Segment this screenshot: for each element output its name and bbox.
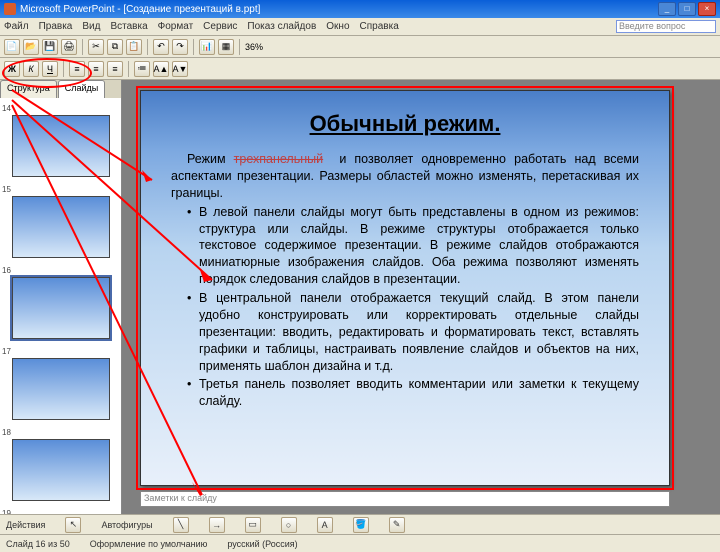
cut-icon[interactable]: ✂	[88, 39, 104, 55]
undo-icon[interactable]: ↶	[153, 39, 169, 55]
menubar: Файл Правка Вид Вставка Формат Сервис По…	[0, 18, 720, 36]
main-area: Структура Слайды 14 15 16 17 18 19 20 Об…	[0, 80, 720, 514]
menu-insert[interactable]: Вставка	[110, 21, 147, 32]
chart-icon[interactable]: 📊	[199, 39, 215, 55]
thumbnails[interactable]: 14 15 16 17 18 19 20	[0, 98, 121, 514]
thumb-19[interactable]: 19	[2, 507, 119, 514]
bullet-2: В центральной панели отображается текущи…	[187, 290, 639, 374]
menu-view[interactable]: Вид	[82, 21, 100, 32]
zoom-label: 36%	[245, 42, 263, 52]
thumb-17[interactable]: 17	[2, 345, 119, 420]
save-icon[interactable]: 💾	[42, 39, 58, 55]
titlebar: Microsoft PowerPoint - [Создание презент…	[0, 0, 720, 18]
align-left-icon[interactable]: ≡	[69, 61, 85, 77]
bullets-icon[interactable]: ≔	[134, 61, 150, 77]
arrow-icon[interactable]: →	[209, 517, 225, 533]
thumb-18[interactable]: 18	[2, 426, 119, 501]
font-decrease-icon[interactable]: A▼	[172, 61, 188, 77]
underline-icon[interactable]: Ч	[42, 61, 58, 77]
slide-editor: Обычный режим. Режим трехпанельный и поз…	[122, 80, 720, 514]
minimize-button[interactable]: _	[658, 2, 676, 16]
draw-actions[interactable]: Действия	[6, 520, 45, 530]
menu-file[interactable]: Файл	[4, 21, 29, 32]
status-lang: русский (Россия)	[227, 539, 297, 549]
thumb-14[interactable]: 14	[2, 102, 119, 177]
outline-slides-panel: Структура Слайды 14 15 16 17 18 19 20	[0, 80, 122, 514]
bold-icon[interactable]: Ж	[4, 61, 20, 77]
slide-title: Обычный режим.	[171, 111, 639, 137]
print-icon[interactable]: 🖨	[61, 39, 77, 55]
menu-window[interactable]: Окно	[326, 21, 349, 32]
slide-body: Режим трехпанельный и позволяет одноврем…	[171, 151, 639, 410]
line-color-icon[interactable]: ✎	[389, 517, 405, 533]
status-slide: Слайд 16 из 50	[6, 539, 70, 549]
standard-toolbar: 📄 📂 💾 🖨 ✂ ⧉ 📋 ↶ ↷ 📊 ▦ 36%	[0, 36, 720, 58]
tab-outline[interactable]: Структура	[0, 80, 57, 98]
close-button[interactable]: ×	[698, 2, 716, 16]
open-icon[interactable]: 📂	[23, 39, 39, 55]
menu-slideshow[interactable]: Показ слайдов	[247, 21, 316, 32]
help-question-box[interactable]: Введите вопрос	[616, 20, 716, 33]
font-increase-icon[interactable]: A▲	[153, 61, 169, 77]
slide-paragraph: Режим трехпанельный и позволяет одноврем…	[171, 151, 639, 202]
status-design: Оформление по умолчанию	[90, 539, 208, 549]
rect-icon[interactable]: ▭	[245, 517, 261, 533]
oval-icon[interactable]: ○	[281, 517, 297, 533]
paste-icon[interactable]: 📋	[126, 39, 142, 55]
menu-format[interactable]: Формат	[158, 21, 194, 32]
notes-pane[interactable]: Заметки к слайду	[140, 491, 670, 507]
align-center-icon[interactable]: ≡	[88, 61, 104, 77]
current-slide[interactable]: Обычный режим. Режим трехпанельный и поз…	[140, 90, 670, 486]
panel-tabs: Структура Слайды	[0, 80, 121, 98]
new-icon[interactable]: 📄	[4, 39, 20, 55]
bullet-3: Третья панель позволяет вводить коммента…	[187, 376, 639, 410]
maximize-button[interactable]: □	[678, 2, 696, 16]
thumb-16[interactable]: 16	[2, 264, 119, 339]
pointer-icon[interactable]: ↖	[65, 517, 81, 533]
statusbar: Слайд 16 из 50 Оформление по умолчанию р…	[0, 534, 720, 552]
line-icon[interactable]: ╲	[173, 517, 189, 533]
menu-help[interactable]: Справка	[360, 21, 399, 32]
tab-slides[interactable]: Слайды	[58, 80, 106, 98]
textbox-icon[interactable]: A	[317, 517, 333, 533]
menu-edit[interactable]: Правка	[39, 21, 73, 32]
menu-tools[interactable]: Сервис	[203, 21, 237, 32]
bullet-1: В левой панели слайды могут быть предста…	[187, 204, 639, 288]
draw-autoshapes[interactable]: Автофигуры	[101, 520, 152, 530]
thumb-15[interactable]: 15	[2, 183, 119, 258]
table-icon[interactable]: ▦	[218, 39, 234, 55]
fill-color-icon[interactable]: 🪣	[353, 517, 369, 533]
app-icon	[4, 3, 16, 15]
italic-icon[interactable]: К	[23, 61, 39, 77]
align-right-icon[interactable]: ≡	[107, 61, 123, 77]
copy-icon[interactable]: ⧉	[107, 39, 123, 55]
window-title: Microsoft PowerPoint - [Создание презент…	[20, 4, 260, 15]
formatting-toolbar: Ж К Ч ≡ ≡ ≡ ≔ A▲ A▼	[0, 58, 720, 80]
redo-icon[interactable]: ↷	[172, 39, 188, 55]
drawing-toolbar: Действия ↖ Автофигуры ╲ → ▭ ○ A 🪣 ✎	[0, 514, 720, 534]
